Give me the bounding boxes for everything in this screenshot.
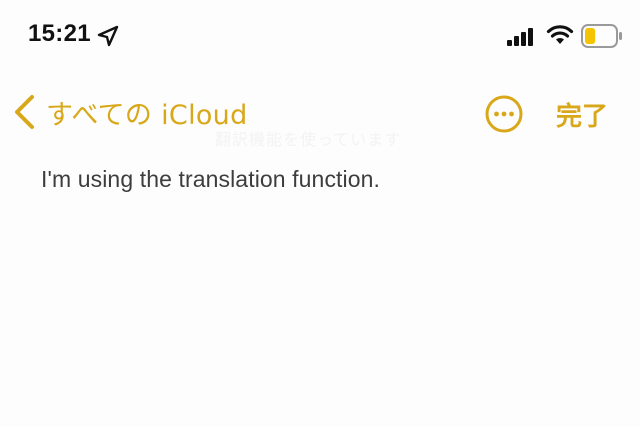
wifi-icon bbox=[546, 25, 574, 44]
note-body-text[interactable]: I'm using the translation function. bbox=[41, 166, 601, 193]
status-bar: 15:21 bbox=[0, 0, 640, 72]
back-button[interactable]: すべての iCloud bbox=[12, 90, 248, 134]
done-button[interactable]: 完了 bbox=[556, 96, 608, 133]
faded-note-title: 翻訳機能を使っています bbox=[215, 130, 402, 149]
battery-icon bbox=[581, 24, 622, 48]
navigation-bar: すべての iCloud 翻訳機能を使っています 完了 bbox=[0, 82, 640, 149]
ellipsis-circle-icon[interactable] bbox=[484, 94, 524, 134]
chevron-left-icon bbox=[15, 95, 34, 129]
location-arrow-icon bbox=[97, 25, 119, 47]
cellular-signal-icon bbox=[507, 28, 533, 46]
status-time: 15:21 bbox=[28, 20, 91, 47]
